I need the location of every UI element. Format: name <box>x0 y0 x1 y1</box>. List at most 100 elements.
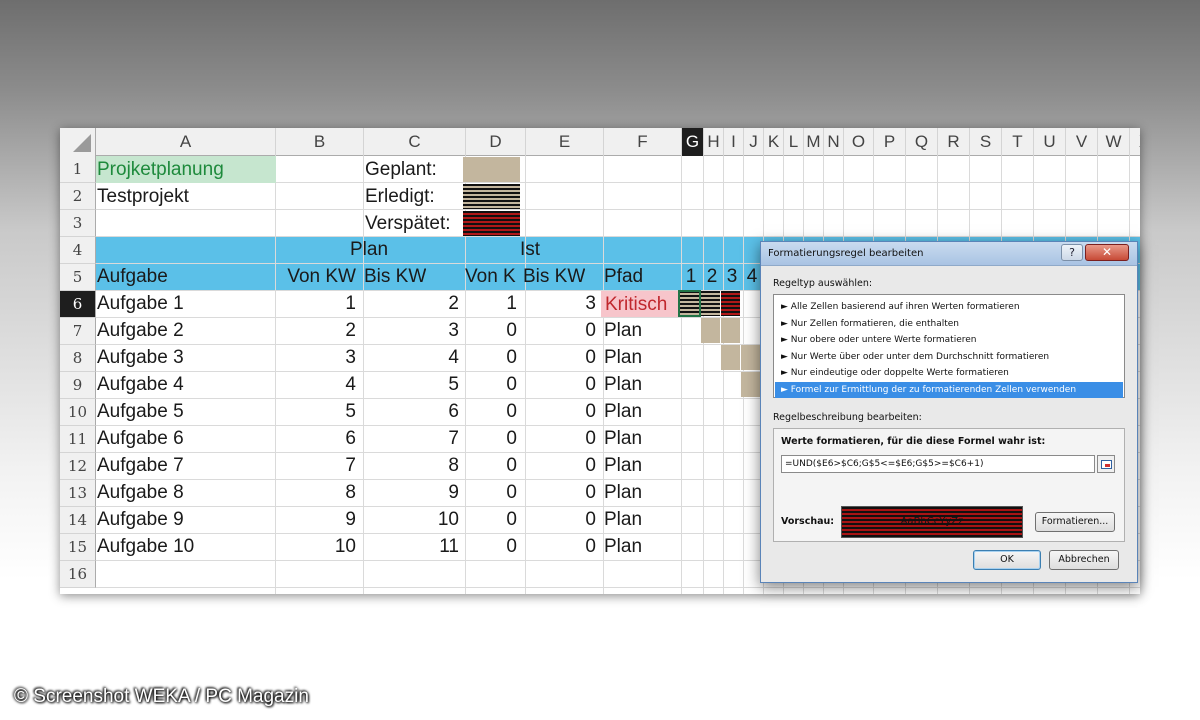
task-bis-kw[interactable]: 10 <box>364 506 464 533</box>
task-name[interactable]: Aufgabe 7 <box>97 452 272 479</box>
row-header-10[interactable]: 10 <box>60 399 96 426</box>
rule-type-item[interactable]: ► Alle Zellen basierend auf ihren Werten… <box>775 299 1123 315</box>
row-header-6[interactable]: 6 <box>60 291 96 318</box>
task-name[interactable]: Aufgabe 1 <box>97 290 272 317</box>
column-header-D[interactable]: D <box>466 128 526 156</box>
task-ist-bis[interactable]: 0 <box>523 398 601 425</box>
task-von-kw[interactable]: 9 <box>276 506 361 533</box>
task-name[interactable]: Aufgabe 4 <box>97 371 272 398</box>
cell-C1[interactable]: Geplant: <box>365 156 437 183</box>
row-header-7[interactable]: 7 <box>60 318 96 345</box>
row-header-1[interactable]: 1 <box>60 156 96 183</box>
task-ist-von[interactable]: 0 <box>465 425 522 452</box>
task-pfad[interactable]: Plan <box>604 371 642 398</box>
task-ist-bis[interactable]: 3 <box>523 290 601 317</box>
task-bis-kw[interactable]: 3 <box>364 317 464 344</box>
task-ist-von[interactable]: 0 <box>465 533 522 560</box>
rule-type-item[interactable]: ► Nur obere oder untere Werte formatiere… <box>775 332 1123 348</box>
column-header-H[interactable]: H <box>704 128 724 156</box>
task-bis-kw[interactable]: 9 <box>364 479 464 506</box>
column-header-C[interactable]: C <box>364 128 466 156</box>
row-header-3[interactable]: 3 <box>60 210 96 237</box>
task-von-kw[interactable]: 1 <box>276 290 361 317</box>
task-von-kw[interactable]: 4 <box>276 371 361 398</box>
column-header-A[interactable]: A <box>96 128 276 156</box>
column-header-O[interactable]: O <box>844 128 874 156</box>
formula-input[interactable]: =UND($E6>$C6;G$5<=$E6;G$5>=$C6+1) <box>781 455 1095 473</box>
cell-A1[interactable]: Projketplanung <box>97 156 224 183</box>
task-von-kw[interactable]: 7 <box>276 452 361 479</box>
task-ist-bis[interactable]: 0 <box>523 533 601 560</box>
task-pfad[interactable]: Plan <box>604 344 642 371</box>
task-von-kw[interactable]: 5 <box>276 398 361 425</box>
dialog-titlebar[interactable]: Formatierungsregel bearbeiten ? ✕ <box>761 242 1137 266</box>
task-ist-bis[interactable]: 0 <box>523 506 601 533</box>
column-header-E[interactable]: E <box>526 128 604 156</box>
task-von-kw[interactable]: 8 <box>276 479 361 506</box>
row-header-11[interactable]: 11 <box>60 426 96 453</box>
format-button[interactable]: Formatieren... <box>1035 512 1115 532</box>
task-pfad[interactable]: Plan <box>604 533 642 560</box>
task-ist-bis[interactable]: 0 <box>523 317 601 344</box>
column-header-G[interactable]: G <box>682 128 704 156</box>
task-bis-kw[interactable]: 11 <box>364 533 464 560</box>
task-pfad[interactable]: Plan <box>604 317 642 344</box>
task-name[interactable]: Aufgabe 2 <box>97 317 272 344</box>
task-bis-kw[interactable]: 7 <box>364 425 464 452</box>
gantt-cell-H7[interactable] <box>701 318 720 343</box>
column-header-N[interactable]: N <box>824 128 844 156</box>
row-header-12[interactable]: 12 <box>60 453 96 480</box>
column-header-X[interactable]: X <box>1130 128 1140 156</box>
task-pfad[interactable]: Plan <box>604 398 642 425</box>
gantt-cell-I8[interactable] <box>721 345 740 370</box>
task-bis-kw[interactable]: 8 <box>364 452 464 479</box>
close-icon[interactable]: ✕ <box>1085 244 1129 261</box>
ok-button[interactable]: OK <box>973 550 1041 570</box>
task-von-kw[interactable]: 6 <box>276 425 361 452</box>
column-header-M[interactable]: M <box>804 128 824 156</box>
task-name[interactable]: Aufgabe 9 <box>97 506 272 533</box>
row-header-5[interactable]: 5 <box>60 264 96 291</box>
help-button[interactable]: ? <box>1061 244 1083 261</box>
column-header-J[interactable]: J <box>744 128 764 156</box>
row-header-15[interactable]: 15 <box>60 534 96 561</box>
gantt-cell-I6[interactable] <box>721 291 740 316</box>
gantt-cell-G6[interactable] <box>678 290 701 317</box>
gantt-cell-J9[interactable] <box>741 372 760 397</box>
task-bis-kw[interactable]: 2 <box>364 290 464 317</box>
gantt-cell-J8[interactable] <box>741 345 760 370</box>
task-ist-von[interactable]: 0 <box>465 398 522 425</box>
row-header-14[interactable]: 14 <box>60 507 96 534</box>
row-header-13[interactable]: 13 <box>60 480 96 507</box>
column-header-F[interactable]: F <box>604 128 682 156</box>
column-header-T[interactable]: T <box>1002 128 1034 156</box>
rule-type-item[interactable]: ► Nur Werte über oder unter dem Durchsch… <box>775 349 1123 365</box>
column-header-B[interactable]: B <box>276 128 364 156</box>
task-pfad[interactable]: Plan <box>604 479 642 506</box>
rule-type-item[interactable]: ► Formel zur Ermittlung der zu formatier… <box>775 382 1123 398</box>
task-von-kw[interactable]: 3 <box>276 344 361 371</box>
gantt-cell-I7[interactable] <box>721 318 740 343</box>
rule-type-item[interactable]: ► Nur eindeutige oder doppelte Werte for… <box>775 365 1123 381</box>
column-header-K[interactable]: K <box>764 128 784 156</box>
task-ist-von[interactable]: 0 <box>465 317 522 344</box>
task-name[interactable]: Aufgabe 10 <box>97 533 272 560</box>
task-pfad[interactable]: Plan <box>604 425 642 452</box>
task-ist-bis[interactable]: 0 <box>523 479 601 506</box>
column-header-S[interactable]: S <box>970 128 1002 156</box>
task-bis-kw[interactable]: 5 <box>364 371 464 398</box>
cancel-button[interactable]: Abbrechen <box>1049 550 1119 570</box>
task-von-kw[interactable]: 10 <box>276 533 361 560</box>
task-ist-bis[interactable]: 0 <box>523 344 601 371</box>
gantt-cell-H6[interactable] <box>701 291 720 316</box>
task-name[interactable]: Aufgabe 6 <box>97 425 272 452</box>
rule-type-list[interactable]: ► Alle Zellen basierend auf ihren Werten… <box>773 294 1125 398</box>
task-ist-von[interactable]: 0 <box>465 344 522 371</box>
cell-A2[interactable]: Testprojekt <box>97 183 189 210</box>
column-header-R[interactable]: R <box>938 128 970 156</box>
column-header-Q[interactable]: Q <box>906 128 938 156</box>
task-name[interactable]: Aufgabe 5 <box>97 398 272 425</box>
column-header-L[interactable]: L <box>784 128 804 156</box>
row-header-2[interactable]: 2 <box>60 183 96 210</box>
task-ist-bis[interactable]: 0 <box>523 452 601 479</box>
